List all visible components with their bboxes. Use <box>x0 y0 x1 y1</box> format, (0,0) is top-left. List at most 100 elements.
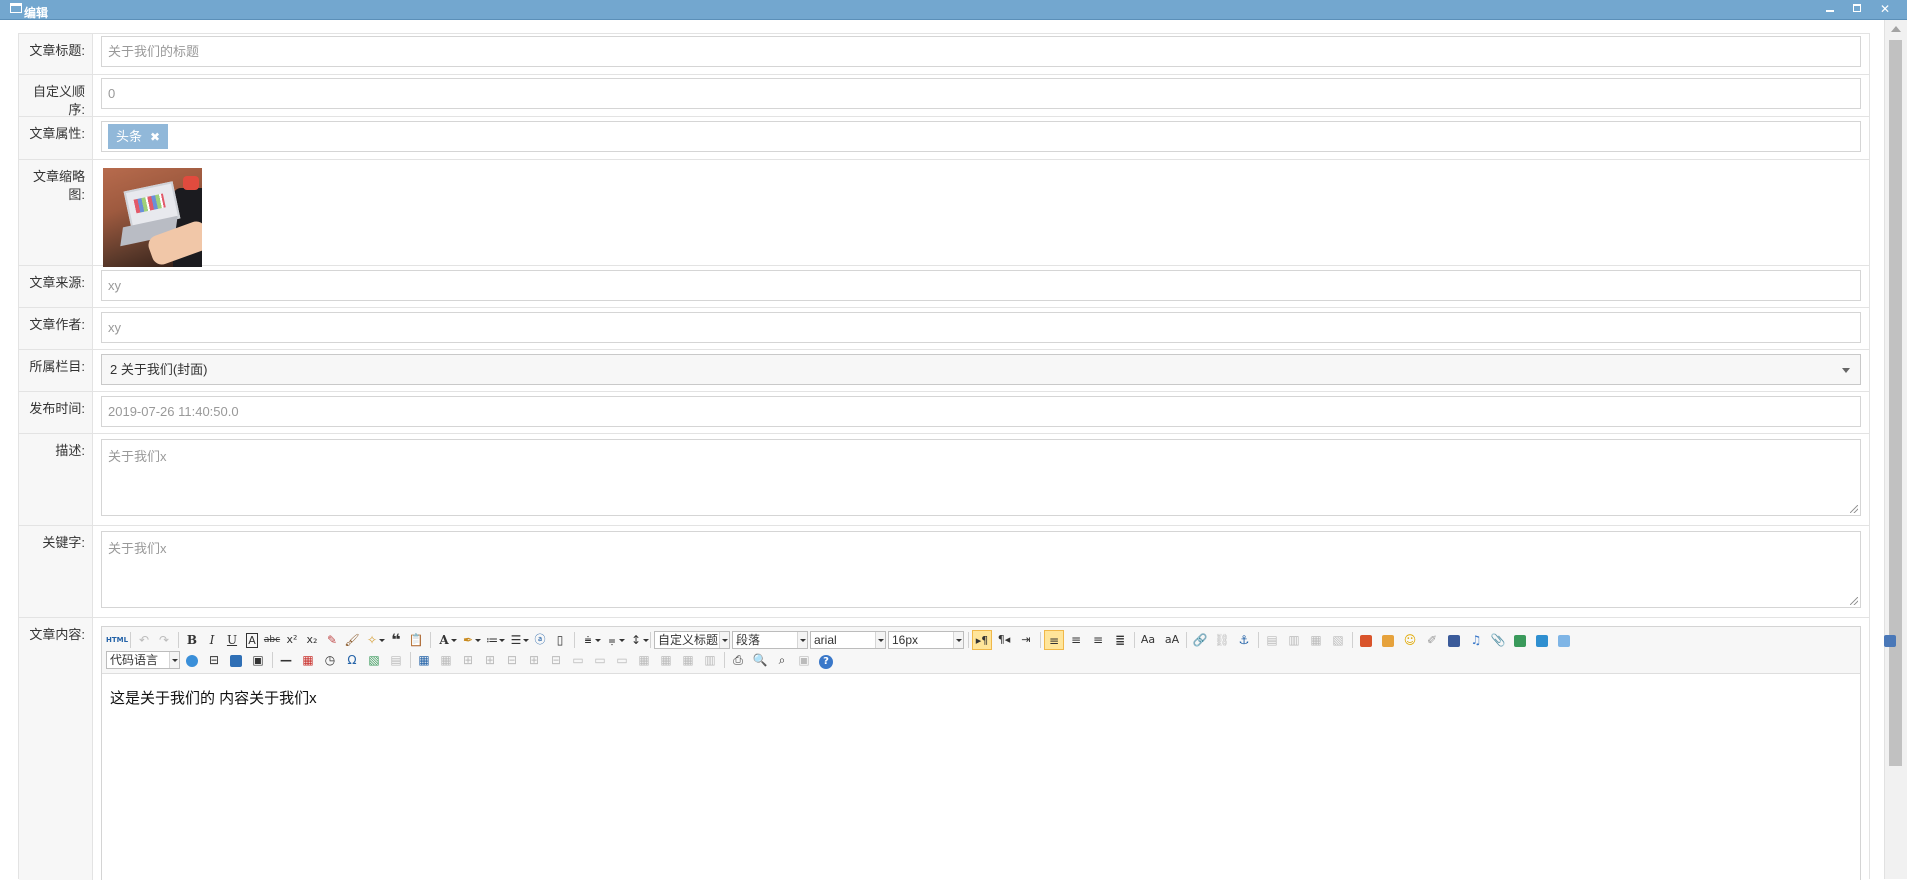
underline-button[interactable]: U <box>222 630 242 650</box>
maximize-button[interactable] <box>1849 1 1867 17</box>
scrollbar-thumb[interactable] <box>1889 40 1902 766</box>
anchor-icon[interactable]: ⚓ <box>1234 630 1254 650</box>
undo-icon[interactable]: ↶ <box>134 630 154 650</box>
unordered-list-icon[interactable]: ☰ <box>506 630 529 650</box>
format-painter-icon[interactable]: 🖌 <box>342 630 362 650</box>
page-break-icon[interactable]: ⊟ <box>204 650 224 670</box>
time-icon[interactable]: ◷ <box>320 650 340 670</box>
resize-grip-icon[interactable] <box>1850 597 1858 605</box>
source-input[interactable]: xy <box>101 270 1861 301</box>
date-icon[interactable]: ▦ <box>298 650 318 670</box>
italic-button[interactable]: I <box>202 630 222 650</box>
insert-code-icon[interactable] <box>182 650 202 670</box>
merge-down-icon[interactable]: ▭ <box>612 650 632 670</box>
unlink-icon[interactable]: ⛓ <box>1212 630 1232 650</box>
align-justify-icon[interactable]: ≣ <box>1110 630 1130 650</box>
image-left-icon[interactable]: ▥ <box>1284 630 1304 650</box>
align-right-icon[interactable]: ≡ <box>1088 630 1108 650</box>
scroll-up-arrow-icon[interactable] <box>1891 26 1901 32</box>
word-image-icon[interactable]: ▧ <box>364 650 384 670</box>
drafts-icon[interactable]: ▣ <box>794 650 814 670</box>
rtl-direction-icon[interactable]: ¶◂ <box>994 630 1014 650</box>
indent-icon[interactable]: ⇥ <box>1016 630 1036 650</box>
font-family-combo[interactable]: arial <box>810 631 886 649</box>
split-to-cells-icon[interactable]: ▦ <box>634 650 654 670</box>
insert-row-icon[interactable]: ⊞ <box>480 650 500 670</box>
editor-content[interactable]: 这是关于我们的 内容关于我们x <box>110 687 317 708</box>
scrawl-icon[interactable]: ✐ <box>1422 630 1442 650</box>
attachment-icon[interactable]: 📎 <box>1488 630 1508 650</box>
line-height-icon[interactable]: ↕ <box>626 630 649 650</box>
align-center-icon[interactable]: ≡ <box>1066 630 1086 650</box>
template-icon[interactable] <box>226 650 246 670</box>
auto-typeset-icon[interactable]: ✧ <box>362 630 385 650</box>
close-button[interactable]: ✕ <box>1876 1 1894 17</box>
clear-doc-icon[interactable]: ▯ <box>550 630 570 650</box>
row-spacing-top-icon[interactable]: ⩧ <box>578 630 601 650</box>
font-color-button[interactable]: A <box>434 630 457 650</box>
minimize-button[interactable] <box>1822 1 1840 17</box>
font-size-combo[interactable]: 16px <box>888 631 964 649</box>
help-icon[interactable]: ? <box>816 650 836 670</box>
paragraph-combo[interactable]: 段落 <box>732 631 808 649</box>
attributes-tag-input[interactable]: 头条 ✖ <box>101 121 1861 152</box>
link-icon[interactable]: 🔗 <box>1190 630 1210 650</box>
uppercase-icon[interactable]: Aa <box>1138 630 1158 650</box>
delete-col-icon[interactable]: ⊟ <box>546 650 566 670</box>
special-chars-button[interactable]: Ω <box>342 650 362 670</box>
split-to-cols-icon[interactable]: ▦ <box>678 650 698 670</box>
music-icon[interactable]: ♫ <box>1466 630 1486 650</box>
subscript-button[interactable]: x₂ <box>302 630 322 650</box>
insert-table-icon[interactable]: ▦ <box>414 650 434 670</box>
insert-video-icon[interactable] <box>1444 630 1464 650</box>
lowercase-icon[interactable]: aA <box>1162 630 1182 650</box>
blockquote-button[interactable]: ❝ <box>386 630 406 650</box>
custom-heading-combo[interactable]: 自定义标题 <box>654 631 730 649</box>
split-to-rows-icon[interactable]: ▦ <box>656 650 676 670</box>
paste-plain-icon[interactable]: 📋 <box>406 630 426 650</box>
print-icon[interactable]: ⎙ <box>728 650 748 670</box>
strikethrough-button[interactable]: abc <box>262 630 282 650</box>
superscript-button[interactable]: x² <box>282 630 302 650</box>
font-border-button[interactable]: A <box>242 630 262 650</box>
merge-right-icon[interactable]: ▭ <box>590 650 610 670</box>
map-icon[interactable] <box>1510 630 1530 650</box>
merge-cells-icon[interactable]: ▭ <box>568 650 588 670</box>
background-icon[interactable]: ▣ <box>248 650 268 670</box>
horizontal-rule-button[interactable]: — <box>276 650 296 670</box>
image-center-icon[interactable]: ▧ <box>1328 630 1348 650</box>
order-input[interactable]: 0 <box>101 78 1861 109</box>
redo-icon[interactable]: ↷ <box>154 630 174 650</box>
chart-icon[interactable]: ▥ <box>700 650 720 670</box>
row-spacing-bottom-icon[interactable]: ⩦ <box>602 630 625 650</box>
code-language-combo[interactable]: 代码语言 <box>106 651 180 669</box>
image-none-icon[interactable]: ▤ <box>1262 630 1282 650</box>
ordered-list-icon[interactable]: ≔ <box>482 630 505 650</box>
insert-image-icon[interactable] <box>1378 630 1398 650</box>
ltr-direction-icon[interactable]: ▸¶ <box>972 630 992 650</box>
bold-button[interactable]: B <box>182 630 202 650</box>
title-input[interactable]: 关于我们的标题 <box>101 36 1861 67</box>
simple-upload-icon[interactable] <box>1356 630 1376 650</box>
description-textarea[interactable]: 关于我们x <box>101 439 1861 516</box>
eraser-icon[interactable]: ✎ <box>322 630 342 650</box>
search-replace-icon[interactable]: ▤ <box>386 650 406 670</box>
search-icon[interactable]: ⌕ <box>772 650 792 670</box>
resize-grip-icon[interactable] <box>1850 505 1858 513</box>
author-input[interactable]: xy <box>101 312 1861 343</box>
preview-icon[interactable]: 🔍 <box>750 650 770 670</box>
insert-frame-icon[interactable] <box>1554 630 1574 650</box>
select-all-icon[interactable]: ⓐ <box>530 630 550 650</box>
publish-time-input[interactable]: 2019-07-26 11:40:50.0 <box>101 396 1861 427</box>
source-html-button[interactable]: HTML <box>106 630 128 650</box>
background-color-icon[interactable]: ✒ <box>458 630 481 650</box>
insert-col-icon[interactable]: ⊞ <box>524 650 544 670</box>
insert-paragraph-before-table-icon[interactable]: ⊞ <box>458 650 478 670</box>
tag-remove-icon[interactable]: ✖ <box>150 130 160 144</box>
gmap-icon[interactable] <box>1532 630 1552 650</box>
delete-table-icon[interactable]: ▦ <box>436 650 456 670</box>
image-right-icon[interactable]: ▦ <box>1306 630 1326 650</box>
thumbnail-image[interactable] <box>103 168 202 267</box>
emotion-icon[interactable]: ☺ <box>1400 630 1420 650</box>
fullscreen-icon[interactable] <box>1880 630 1900 650</box>
